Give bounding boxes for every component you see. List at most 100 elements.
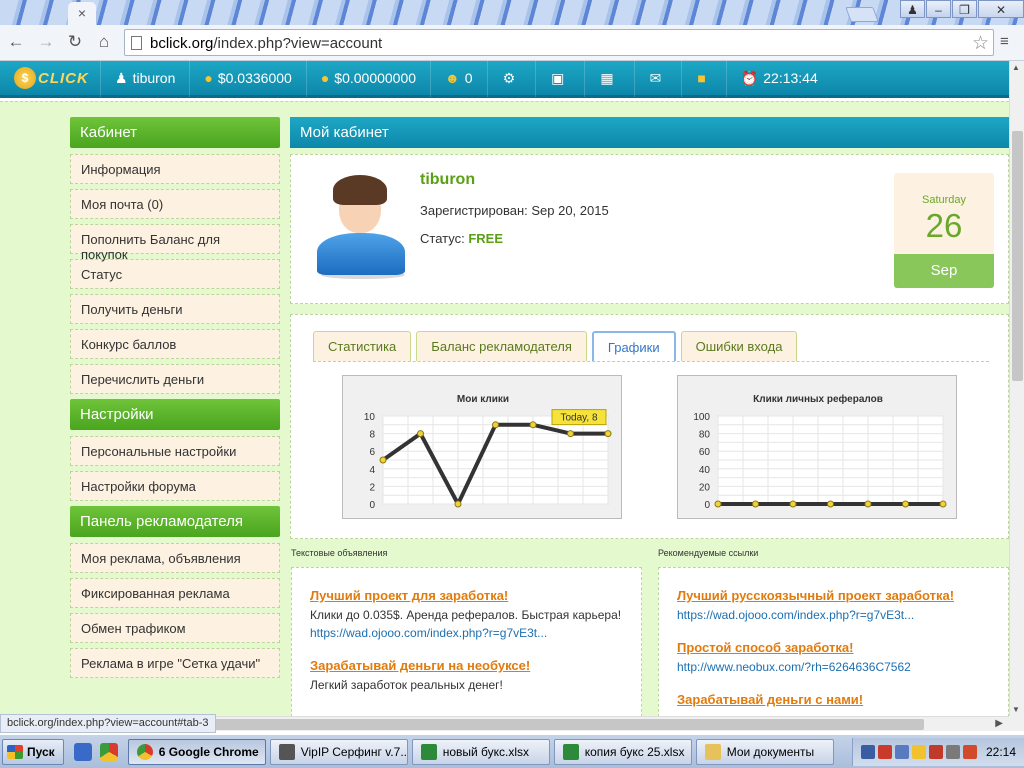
app-tray-icon[interactable] — [962, 744, 977, 759]
network-error-icon[interactable] — [877, 744, 892, 759]
recommended-link: Зарабатывай деньги с нами! — [677, 692, 990, 707]
stats-button[interactable]: ▦ — [584, 59, 633, 97]
user-icon[interactable]: ♟ — [900, 0, 925, 18]
recommended-link: Простой способ заработка! http://www.neo… — [677, 640, 990, 676]
sidebar-item-points-contest[interactable]: Конкурс баллов — [70, 329, 280, 359]
sidebar-item-withdraw[interactable]: Получить деньги — [70, 294, 280, 324]
recommended-link-url[interactable]: http://www.neobux.com/?rh=6264636C7562 — [677, 658, 990, 676]
data-point — [492, 421, 499, 429]
show-desktop-icon[interactable] — [73, 742, 92, 761]
task-excel-copy[interactable]: копия букс 25.xlsx — [553, 738, 692, 765]
y-tick-label: 20 — [699, 482, 711, 493]
bookmark-star-icon[interactable]: ☆ — [972, 32, 989, 55]
header-balance-main[interactable]: ● $0.0336000 — [189, 59, 305, 97]
y-tick-label: 6 — [369, 447, 375, 458]
tooltip-label: Today, 8 — [560, 413, 597, 424]
text-ad: Зарабатывай деньги на необуксе! Легкий з… — [310, 658, 623, 694]
sidebar-item-status[interactable]: Статус — [70, 259, 280, 289]
home-icon[interactable]: ⌂ — [94, 32, 114, 52]
alarm-clock-icon: ⏰ — [740, 69, 759, 86]
balance-ads-value: $0.00000000 — [334, 70, 417, 86]
forward-icon[interactable]: → — [36, 32, 56, 52]
scroll-down-icon[interactable]: ▼ — [1012, 705, 1020, 714]
registered-date: Sep 20, 2015 — [531, 203, 609, 218]
header-balance-ads[interactable]: ● $0.00000000 — [305, 59, 430, 97]
recommended-link-url[interactable]: https://wad.ojooo.com/index.php?r=g7vE3t… — [677, 606, 990, 624]
text-ad-title[interactable]: Зарабатывай деньги на необуксе! — [310, 658, 623, 673]
tab-graphs[interactable]: Графики — [591, 331, 676, 361]
account-tabs: Статистика Баланс рекламодателя Графики … — [313, 331, 989, 362]
new-tab-button[interactable] — [845, 7, 879, 22]
y-tick-label: 2 — [369, 482, 375, 493]
header-username[interactable]: ♟ tiburon — [100, 59, 189, 97]
logout-button[interactable]: ■ — [681, 59, 725, 97]
sidebar-item-info[interactable]: Информация — [70, 154, 280, 184]
profile-username: tiburon — [420, 171, 476, 188]
tab-statistics[interactable]: Статистика — [313, 331, 412, 361]
windows-flag-icon — [7, 744, 23, 759]
back-icon[interactable]: ← — [6, 32, 26, 52]
recommended-link-title[interactable]: Лучший русскоязычный проект заработка! — [677, 588, 990, 603]
vertical-scrollbar[interactable]: ▲ ▼ — [1009, 61, 1024, 716]
network-icon[interactable] — [860, 744, 875, 759]
text-ad-link[interactable]: https://wad.ojooo.com/index.php?r=g7vE3t… — [310, 624, 623, 642]
header-referrals[interactable]: ☻ 0 — [430, 59, 487, 97]
restore-button[interactable]: ❐ — [952, 0, 977, 18]
date-month: Sep — [894, 254, 994, 288]
settings-button[interactable]: ⚙ — [486, 59, 536, 97]
header-time: 22:13:44 — [763, 70, 818, 86]
recommended-link-title[interactable]: Зарабатывай деньги с нами! — [677, 692, 990, 707]
chrome-icon[interactable] — [99, 742, 118, 761]
coin-icon: $ — [14, 67, 36, 89]
tab-close-button[interactable]: × — [68, 2, 96, 25]
recommended-links-label: Рекомендуемые ссылки — [658, 548, 759, 558]
coins-icon: ● — [320, 70, 330, 86]
minimize-button[interactable]: – — [926, 0, 951, 18]
data-point — [714, 500, 722, 508]
envelope-icon: ✉ — [649, 69, 662, 86]
close-window-button[interactable]: ✕ — [978, 0, 1024, 18]
graphs-panel: Статистика Баланс рекламодателя Графики … — [290, 314, 1009, 539]
volume-icon[interactable] — [945, 744, 960, 759]
data-point — [529, 421, 537, 429]
header-clock: ⏰ 22:13:44 — [725, 59, 832, 97]
scroll-corner — [1009, 716, 1024, 731]
network-icon[interactable] — [894, 744, 909, 759]
sidebar-item-topup[interactable]: Пополнить Баланс для покупок — [70, 224, 280, 262]
sidebar-item-game-ads[interactable]: Реклама в игре "Сетка удачи" — [70, 648, 280, 678]
sidebar-item-traffic-exchange[interactable]: Обмен трафиком — [70, 613, 280, 643]
vertical-scroll-thumb[interactable] — [1012, 131, 1023, 381]
tab-login-errors[interactable]: Ошибки входа — [680, 331, 798, 361]
referral-clicks-chart-svg: Клики личных рефералов 0 20 40 60 80 100 — [693, 393, 947, 511]
wrench-menu-icon[interactable]: ≡ — [1000, 33, 1018, 51]
address-bar[interactable]: bclick.org/index.php?view=account ☆ — [124, 29, 994, 56]
antivirus-icon[interactable] — [928, 744, 943, 759]
start-button[interactable]: Пуск — [2, 738, 64, 765]
mail-button[interactable]: ✉ — [633, 59, 682, 97]
warning-icon[interactable] — [911, 744, 926, 759]
sidebar-item-transfer[interactable]: Перечислить деньги — [70, 364, 280, 394]
sidebar-item-fixed-ads[interactable]: Фиксированная реклама — [70, 578, 280, 608]
reload-icon[interactable]: ↻ — [65, 32, 85, 52]
sidebar-item-mail[interactable]: Моя почта (0) — [70, 189, 280, 219]
referrals-count: 0 — [464, 70, 473, 86]
task-excel-new-label: новый букс.xlsx — [442, 744, 530, 759]
task-vipip[interactable]: VipIP Серфинг v.7... — [269, 738, 408, 765]
sidebar-item-my-ads[interactable]: Моя реклама, объявления — [70, 543, 280, 573]
task-chrome[interactable]: 6 Google Chrome — [127, 738, 266, 765]
data-point — [827, 500, 834, 508]
sidebar-item-forum-settings[interactable]: Настройки форума — [70, 471, 280, 501]
text-ad-title[interactable]: Лучший проект для заработка! — [310, 588, 623, 603]
task-my-documents[interactable]: Мои документы — [695, 738, 834, 765]
task-excel-new[interactable]: новый букс.xlsx — [411, 738, 550, 765]
scroll-up-icon[interactable]: ▲ — [1012, 63, 1020, 72]
site-logo[interactable]: $ CLICK — [0, 60, 100, 97]
scroll-right-icon[interactable]: ▶ — [995, 718, 1003, 729]
start-label: Пуск — [27, 744, 55, 759]
sidebar-item-personal-settings[interactable]: Персональные настройки — [70, 436, 280, 466]
page-content: Кабинет Информация Моя почта (0) Пополни… — [0, 101, 1009, 716]
excel-icon — [562, 743, 579, 760]
shop-button[interactable]: ▣ — [535, 59, 584, 97]
tab-advertiser-balance[interactable]: Баланс рекламодателя — [416, 331, 587, 361]
recommended-link-title[interactable]: Простой способ заработка! — [677, 640, 990, 655]
